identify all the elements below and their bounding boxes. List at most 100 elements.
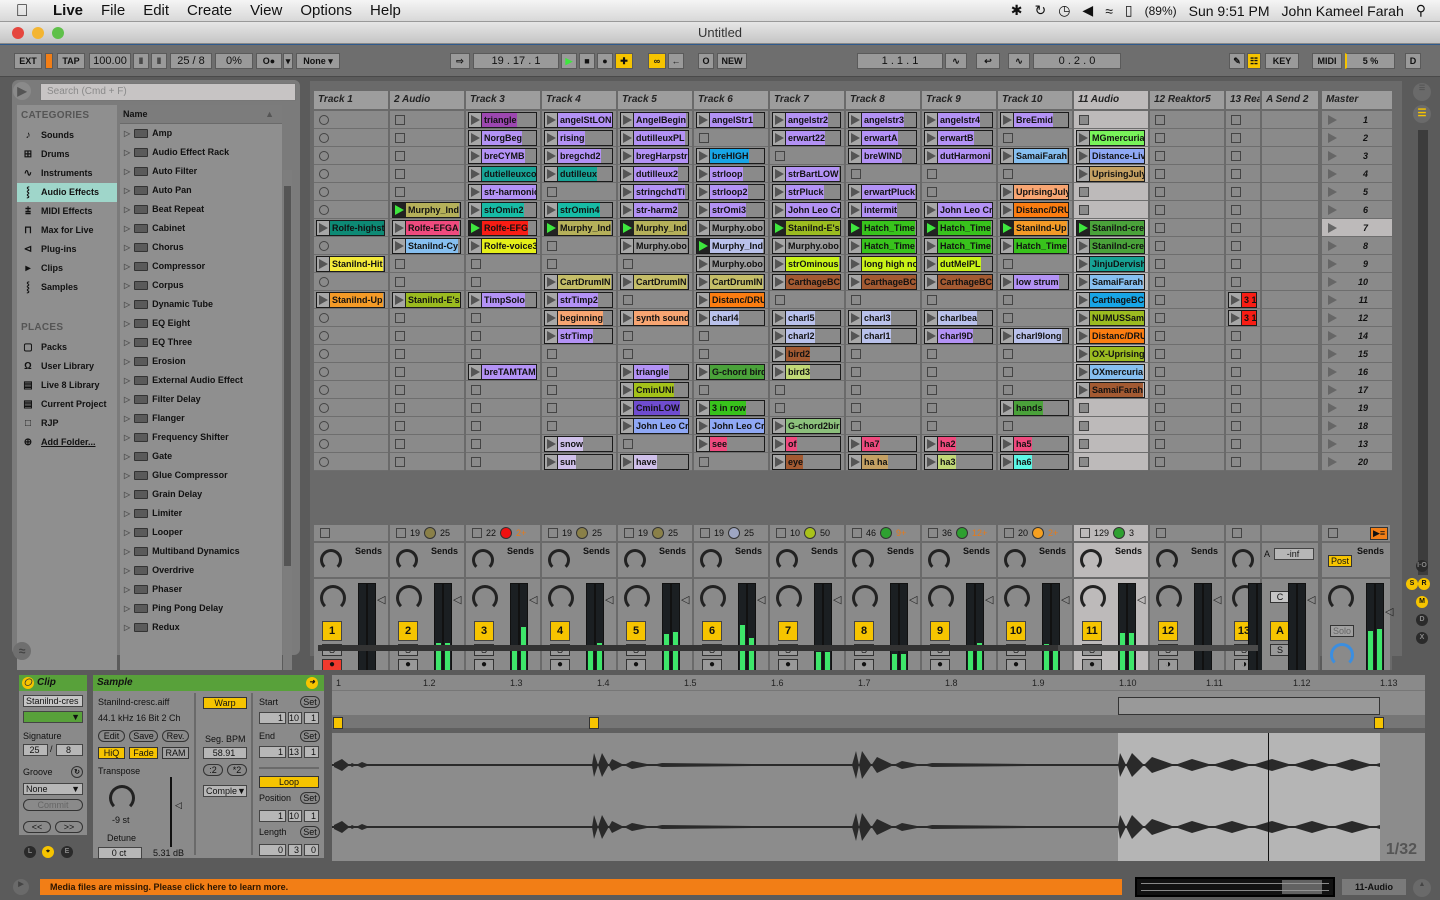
clip-slot[interactable] [466, 417, 540, 435]
scene-launch-button[interactable]: 12 [1322, 309, 1392, 327]
clip-playing-icon[interactable] [925, 221, 938, 235]
send-a-knob[interactable] [1156, 549, 1178, 571]
clip-stop-button-icon[interactable] [1231, 457, 1241, 467]
browser-item[interactable]: ▷ Grain Delay [120, 485, 282, 504]
clip-slot[interactable]: Murphy_Ind [618, 219, 692, 237]
clip-stop-button-icon[interactable] [395, 403, 405, 413]
clip-record-slot-icon[interactable] [319, 349, 329, 359]
clip-slot[interactable] [390, 147, 464, 165]
clip-stop-button-icon[interactable] [851, 169, 861, 179]
expand-triangle-icon[interactable]: ▷ [124, 257, 130, 276]
clip-slot[interactable]: angelstr4 [922, 111, 996, 129]
volume-fader-handle-icon[interactable]: ◁ [909, 593, 917, 606]
clip[interactable]: 3 14 [1228, 292, 1257, 308]
clip-slot[interactable] [314, 165, 388, 183]
clip-slot[interactable]: strTimp2 [542, 291, 616, 309]
solo-button[interactable]: S [1270, 644, 1290, 656]
sample-box-toggle[interactable]: ⌖ [42, 846, 54, 858]
clip[interactable]: strOmin2 [468, 202, 537, 218]
clip-launch-icon[interactable] [849, 203, 862, 217]
clip-launch-icon[interactable] [469, 167, 482, 181]
clip[interactable]: strOminous [772, 256, 841, 272]
clip-slot[interactable] [1074, 111, 1148, 129]
clip-slot[interactable]: erwartA [846, 129, 920, 147]
clip-slot[interactable]: charl5 [770, 309, 844, 327]
track-header[interactable]: Track 7 [770, 91, 844, 109]
volume-fader-handle-icon[interactable]: ◁ [833, 593, 841, 606]
clip-stop-button-icon[interactable] [395, 277, 405, 287]
clip-stop-button-icon[interactable] [1231, 205, 1241, 215]
seg-bpm-field[interactable]: 58.91 [203, 747, 247, 759]
clip-stop-button-icon[interactable] [1155, 241, 1165, 251]
clip-stop-button-icon[interactable] [927, 403, 937, 413]
clip-launch-icon[interactable] [469, 293, 482, 307]
clip-slot[interactable]: have [618, 453, 692, 471]
clip-launch-icon[interactable] [773, 239, 786, 253]
clip-stop-button-icon[interactable] [1231, 187, 1241, 197]
clip-slot[interactable] [1226, 327, 1260, 345]
clip-slot[interactable] [542, 399, 616, 417]
clip-slot[interactable]: ha6 [998, 453, 1072, 471]
clip-slot[interactable] [466, 273, 540, 291]
clip-stop-button-icon[interactable] [1155, 421, 1165, 431]
clip-record-slot-icon[interactable] [319, 403, 329, 413]
clip-stop-button-icon[interactable] [1003, 313, 1013, 323]
clip-slot[interactable]: CminUNI [618, 381, 692, 399]
clip-stop-button-icon[interactable] [471, 439, 481, 449]
clip[interactable]: Stanilnd-cre [1076, 238, 1145, 254]
clip-slot[interactable] [542, 237, 616, 255]
clip-stop-button-icon[interactable] [927, 385, 937, 395]
clip-record-slot-icon[interactable] [319, 151, 329, 161]
clip-slot[interactable] [1262, 237, 1318, 255]
clip-stop-button-icon[interactable] [471, 421, 481, 431]
clip[interactable]: intermit [848, 202, 917, 218]
warp-mode-menu[interactable]: Comple▼ [203, 785, 247, 797]
song-position-field[interactable]: 19 . 17 . 1 [473, 53, 559, 69]
clip-stop-button-icon[interactable] [1155, 349, 1165, 359]
clip-launch-icon[interactable] [849, 275, 862, 289]
stop-all-clips-icon[interactable] [1328, 528, 1338, 538]
clip-slot[interactable] [1150, 147, 1224, 165]
session-record-button[interactable]: O [698, 53, 714, 69]
clip-slot[interactable]: dutielleuxco [466, 165, 540, 183]
track-activator-button[interactable]: 12 [1158, 621, 1178, 641]
ram-button[interactable]: RAM [162, 747, 189, 759]
clip-slot[interactable] [542, 255, 616, 273]
close-window-button[interactable] [12, 27, 24, 39]
clip-stop-button-icon[interactable] [1003, 295, 1013, 305]
clip[interactable]: charl2 [772, 328, 841, 344]
clip[interactable]: Stanilnd-cre [1076, 220, 1145, 236]
master-track-header[interactable]: Master [1322, 91, 1392, 109]
battery-icon[interactable]: ▯ [1125, 2, 1133, 19]
pan-knob[interactable] [1156, 585, 1182, 611]
clip-slot[interactable] [466, 381, 540, 399]
clip-slot[interactable] [1262, 453, 1318, 471]
scene-launch-button[interactable]: 2 [1322, 129, 1392, 147]
master-volume-handle-icon[interactable]: ◁ [1385, 605, 1393, 618]
clip-stop-button-icon[interactable] [547, 403, 557, 413]
clip-slot[interactable]: str-harmonic [466, 183, 540, 201]
clip-playing-icon[interactable] [1001, 221, 1014, 235]
clip-slot[interactable] [1150, 201, 1224, 219]
clip[interactable]: AngelBegin [620, 112, 689, 128]
clip-slot[interactable] [314, 417, 388, 435]
pan-knob[interactable] [320, 585, 346, 611]
clip-launch-icon[interactable] [697, 221, 710, 235]
clip-launch-icon[interactable] [925, 455, 938, 469]
browser-item[interactable]: ▷ Limiter [120, 504, 282, 523]
track-activator-button[interactable]: 8 [854, 621, 874, 641]
spotlight-search-icon[interactable]: ⚲ [1416, 2, 1426, 19]
track-activator-button[interactable]: 4 [550, 621, 570, 641]
menu-app[interactable]: Live [44, 2, 92, 19]
clip-slot[interactable] [1262, 147, 1318, 165]
clip[interactable]: charlbea [924, 310, 993, 326]
clip-launch-icon[interactable] [1001, 239, 1014, 253]
clip-launch-icon[interactable] [925, 275, 938, 289]
browser-item[interactable]: ▷ External Audio Effect [120, 371, 282, 390]
clip-slot[interactable] [998, 255, 1072, 273]
clip-slot[interactable]: sun [542, 453, 616, 471]
clip-gain-slider[interactable] [170, 777, 172, 847]
clip-slot[interactable] [466, 255, 540, 273]
clip-slot[interactable]: CartDrumIN [618, 273, 692, 291]
clip-slot[interactable] [770, 291, 844, 309]
